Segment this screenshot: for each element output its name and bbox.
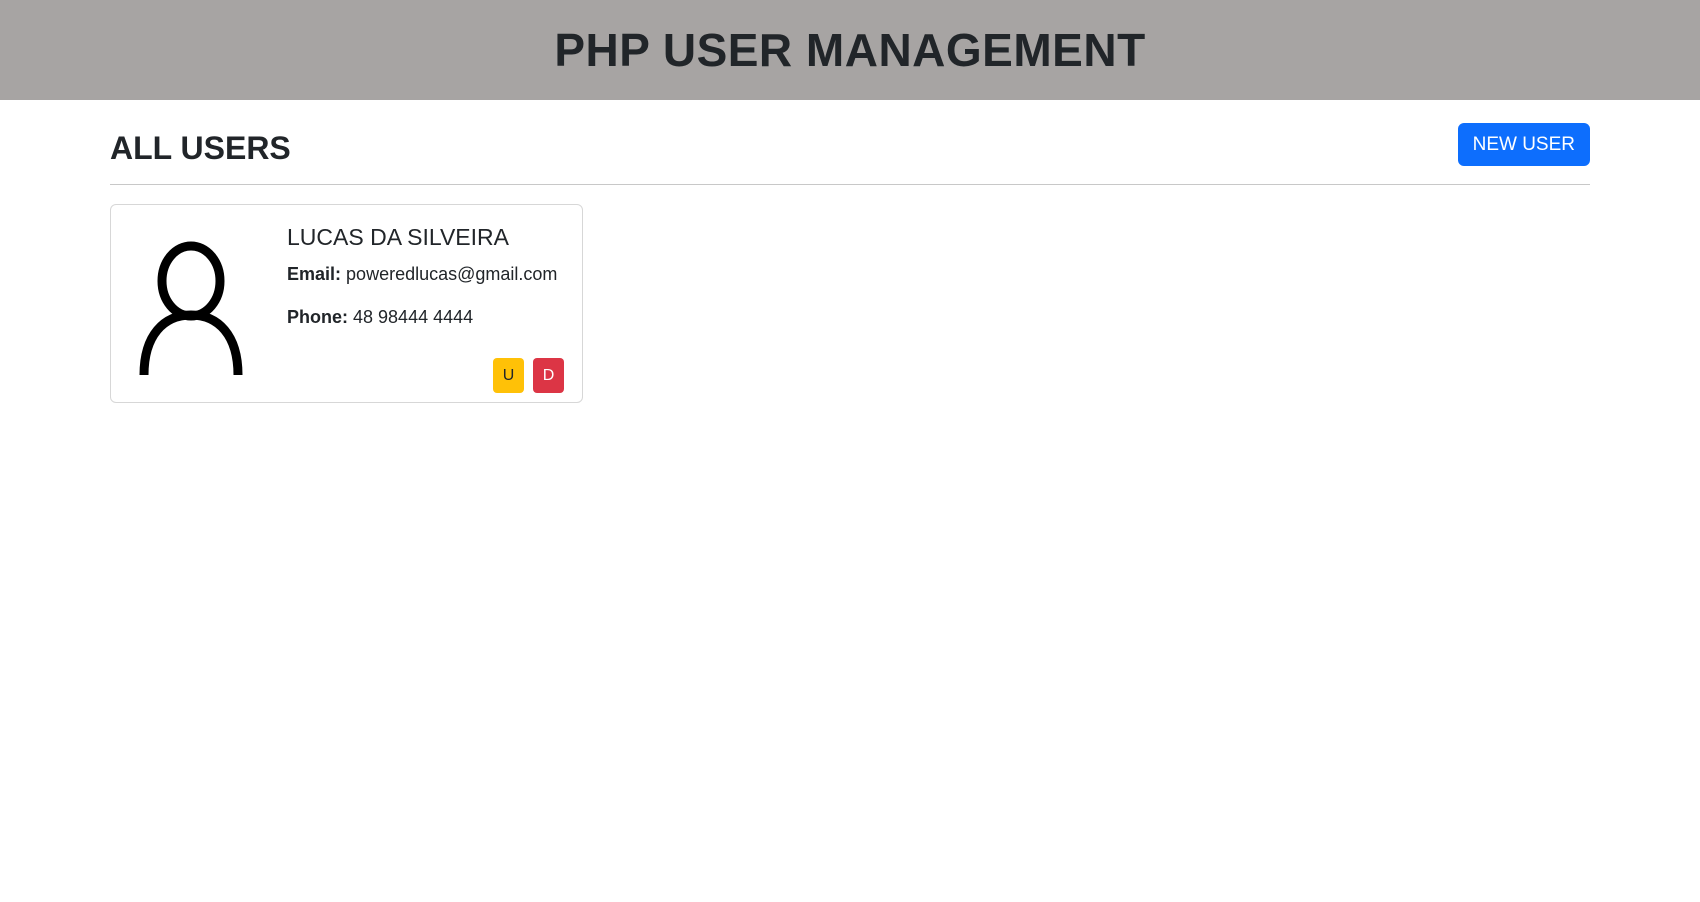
app-header: PHP USER MANAGEMENT <box>0 0 1700 100</box>
email-label: Email: <box>287 263 342 284</box>
section-title: ALL USERS <box>110 130 291 166</box>
phone-label: Phone: <box>287 307 348 328</box>
app-title: PHP USER MANAGEMENT <box>554 24 1146 76</box>
new-user-button[interactable]: NEW USER <box>1457 123 1590 166</box>
update-user-button[interactable]: U <box>493 358 524 393</box>
users-toolbar: ALL USERS NEW USER <box>110 123 1590 185</box>
person-outline-icon <box>139 235 243 376</box>
delete-user-button[interactable]: D <box>533 358 564 393</box>
section-divider <box>110 184 1590 185</box>
user-phone: 48 98444 4444 <box>353 307 474 328</box>
user-card-actions: U D <box>493 358 564 393</box>
user-name: LUCAS DA SILVEIRA <box>287 224 509 250</box>
user-email-line: Email: poweredlucas@gmail.com <box>287 262 572 287</box>
user-card: LUCAS DA SILVEIRA Email: poweredlucas@gm… <box>110 204 583 403</box>
user-email: poweredlucas@gmail.com <box>346 263 558 284</box>
user-phone-line: Phone: 48 98444 4444 <box>287 305 572 330</box>
user-card-body: LUCAS DA SILVEIRA Email: poweredlucas@gm… <box>287 223 572 330</box>
